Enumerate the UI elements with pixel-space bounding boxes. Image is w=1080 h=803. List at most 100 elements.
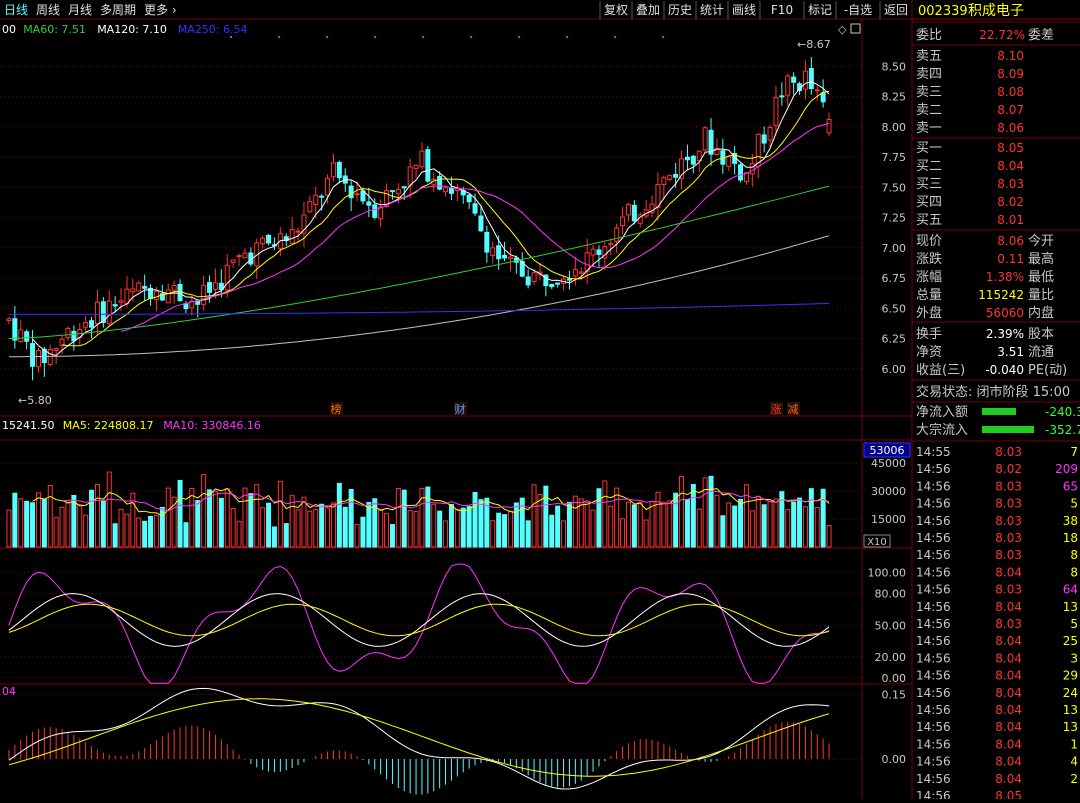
event-tag[interactable]: 涨 (771, 403, 782, 416)
quote-stat-label: 涨跌 (916, 251, 942, 267)
candle (572, 269, 578, 277)
candle (726, 155, 732, 167)
candle (177, 283, 183, 302)
kdj-tick: 100.00 (868, 567, 907, 580)
toolbar-button[interactable]: 统计 (700, 3, 724, 17)
period-tab-2[interactable]: 月线 (68, 3, 92, 17)
candle (413, 164, 419, 169)
candle (289, 229, 295, 244)
candle (773, 97, 779, 126)
flow-value: -352.7 (1045, 423, 1080, 437)
candle (319, 195, 325, 198)
candle (749, 163, 755, 175)
tick-time: 14:56 (916, 565, 951, 579)
tick-volume: 2 (1070, 772, 1078, 786)
kdj-tick: 50.00 (875, 619, 907, 632)
candle (136, 282, 142, 292)
toolbar-button[interactable]: 画线 (732, 3, 756, 17)
window-toggle-icon[interactable] (850, 23, 861, 34)
tick-time: 14:56 (916, 462, 951, 476)
quote-stat2-label: 收益(三) (916, 363, 965, 378)
flow-label: 净流入额 (916, 405, 968, 420)
volume-bar (649, 501, 655, 548)
toolbar-button[interactable]: 标记 (808, 3, 832, 17)
candle (802, 70, 808, 90)
volume-bar (248, 493, 254, 548)
sell-level-price: 8.08 (997, 85, 1024, 99)
vol-tick: 45000 (871, 457, 906, 470)
quote-stat-label: 外盘 (916, 305, 942, 321)
candle (478, 215, 484, 232)
volume-bar (443, 520, 449, 548)
volume-bar (679, 475, 685, 548)
vol-tick: 30000 (871, 485, 906, 498)
signal-marker (566, 36, 568, 38)
macd-area (8, 687, 830, 795)
candle (614, 227, 620, 242)
volume-bar (620, 518, 626, 548)
volume-bar (714, 494, 720, 548)
volume-bar (413, 511, 419, 548)
tick-volume: 13 (1063, 703, 1078, 717)
vol-legend-item: MA5: 224808.17 (63, 419, 154, 432)
event-tag[interactable]: 财 (455, 402, 466, 416)
volume-bar (478, 499, 484, 548)
volume-bar (773, 498, 779, 548)
candle (826, 119, 832, 134)
tick-time: 14:56 (916, 497, 951, 511)
volume-bar (230, 508, 236, 548)
toolbar-button[interactable]: -自选 (844, 3, 872, 17)
toolbar-button[interactable]: 复权 (604, 3, 628, 17)
volume-bar (59, 506, 65, 548)
candle (507, 256, 513, 260)
candle (738, 164, 744, 181)
period-tab-4[interactable]: 更多 › (144, 3, 177, 17)
toolbar-button[interactable]: 返回 (884, 3, 908, 17)
flow-label: 大宗流入 (916, 422, 968, 438)
candle (502, 254, 508, 259)
diamond-icon[interactable]: ◇ (838, 23, 847, 36)
volume-bar (325, 507, 331, 548)
tick-price: 8.04 (995, 634, 1022, 648)
event-tag[interactable]: 榜 (331, 402, 342, 416)
volume-bar (608, 505, 614, 548)
toolbar-button[interactable]: 叠加 (636, 3, 660, 17)
price-tick: 7.25 (882, 212, 907, 225)
candle (667, 175, 673, 181)
candle (83, 321, 89, 328)
candle (466, 194, 472, 203)
period-tab-3[interactable]: 多周期 (100, 3, 136, 17)
candle (814, 89, 820, 92)
candle (578, 271, 584, 274)
chart-canvas[interactable]: 8.50 8.25 8.00 7.75 7.50 7.25 7.00 6.75 6.50 6.25… (0, 0, 1080, 803)
price-tick: 8.50 (882, 60, 907, 73)
volume-bar (596, 488, 602, 548)
macd-tick: 0.00 (882, 753, 907, 766)
tick-time: 14:56 (916, 514, 951, 528)
volume-bar (531, 484, 537, 548)
vol-tick: 15000 (871, 513, 906, 526)
candlestick-area (6, 56, 832, 381)
price-tick: 6.75 (882, 272, 907, 285)
quote-stat2-label: 换手 (916, 327, 942, 342)
tick-volume: 8 (1070, 548, 1078, 562)
volume-bar (637, 501, 643, 548)
toolbar-button[interactable]: F10 (771, 3, 793, 17)
candle (130, 288, 136, 293)
candle (407, 166, 413, 186)
volume-bar (785, 509, 791, 548)
candle (425, 149, 431, 182)
volume-bar (761, 504, 767, 548)
event-tag[interactable]: 减 (788, 403, 799, 416)
volume-bar (183, 522, 189, 548)
sell-level-price: 8.10 (997, 49, 1024, 63)
toolbar-button[interactable]: 历史 (668, 3, 692, 17)
volume-bar (755, 495, 761, 548)
period-tab-0[interactable]: 日线 (4, 3, 28, 17)
volume-bar (555, 505, 561, 548)
volume-bar (207, 489, 213, 548)
candle (661, 177, 667, 186)
volume-bar (549, 514, 555, 548)
tick-price: 8.04 (995, 669, 1022, 683)
period-tab-1[interactable]: 周线 (36, 3, 60, 17)
